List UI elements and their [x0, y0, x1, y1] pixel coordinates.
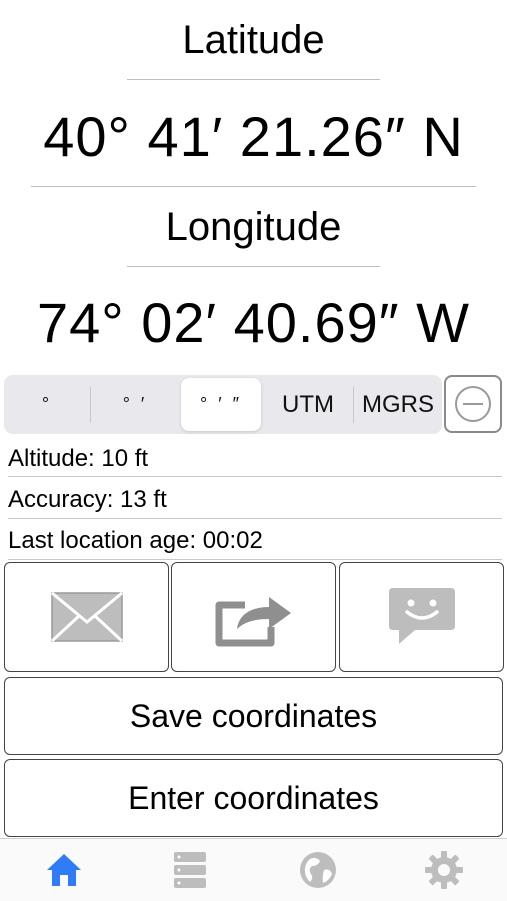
enter-coordinates-button[interactable]: Enter coordinates	[4, 759, 503, 837]
message-icon	[388, 588, 455, 644]
accuracy-text: Accuracy: 13 ft	[8, 486, 167, 513]
latitude-label: Latitude	[182, 18, 325, 62]
format-option-degrees[interactable]: °	[4, 375, 90, 434]
location-age-text: Last location age: 00:02	[8, 527, 263, 554]
longitude-label-divider	[127, 266, 380, 267]
tab-settings[interactable]	[414, 850, 474, 890]
info-divider	[8, 518, 502, 519]
format-option-degrees-minutes-seconds[interactable]: ° ′ ″	[181, 378, 261, 431]
remove-button[interactable]	[444, 375, 502, 433]
tab-home[interactable]	[34, 850, 94, 890]
latitude-label-divider	[127, 79, 380, 80]
tab-list[interactable]	[160, 850, 220, 890]
globe-icon	[300, 852, 336, 888]
info-divider	[8, 476, 502, 477]
save-coordinates-button[interactable]: Save coordinates	[4, 677, 503, 755]
format-selector: ° ° ′ ° ′ ″ UTM MGRS	[4, 375, 442, 434]
minus-circle-icon	[455, 386, 491, 422]
gear-icon	[425, 851, 463, 889]
info-divider	[8, 559, 502, 560]
tab-globe[interactable]	[288, 850, 348, 890]
longitude-label: Longitude	[165, 205, 342, 249]
home-icon	[47, 854, 81, 886]
altitude-text: Altitude: 10 ft	[8, 445, 149, 472]
mail-icon	[50, 592, 123, 642]
message-button[interactable]	[339, 562, 504, 672]
latitude-value-divider	[31, 186, 476, 187]
share-icon	[215, 597, 291, 647]
format-option-utm[interactable]: UTM	[264, 375, 352, 434]
email-button[interactable]	[4, 562, 169, 672]
format-option-degrees-minutes[interactable]: ° ′	[91, 375, 179, 434]
list-icon	[174, 852, 206, 888]
format-option-mgrs[interactable]: MGRS	[354, 375, 442, 434]
latitude-value: 40° 41′ 21.26″ N	[43, 105, 464, 168]
share-button[interactable]	[171, 562, 336, 672]
longitude-value: 74° 02′ 40.69″ W	[37, 291, 470, 354]
